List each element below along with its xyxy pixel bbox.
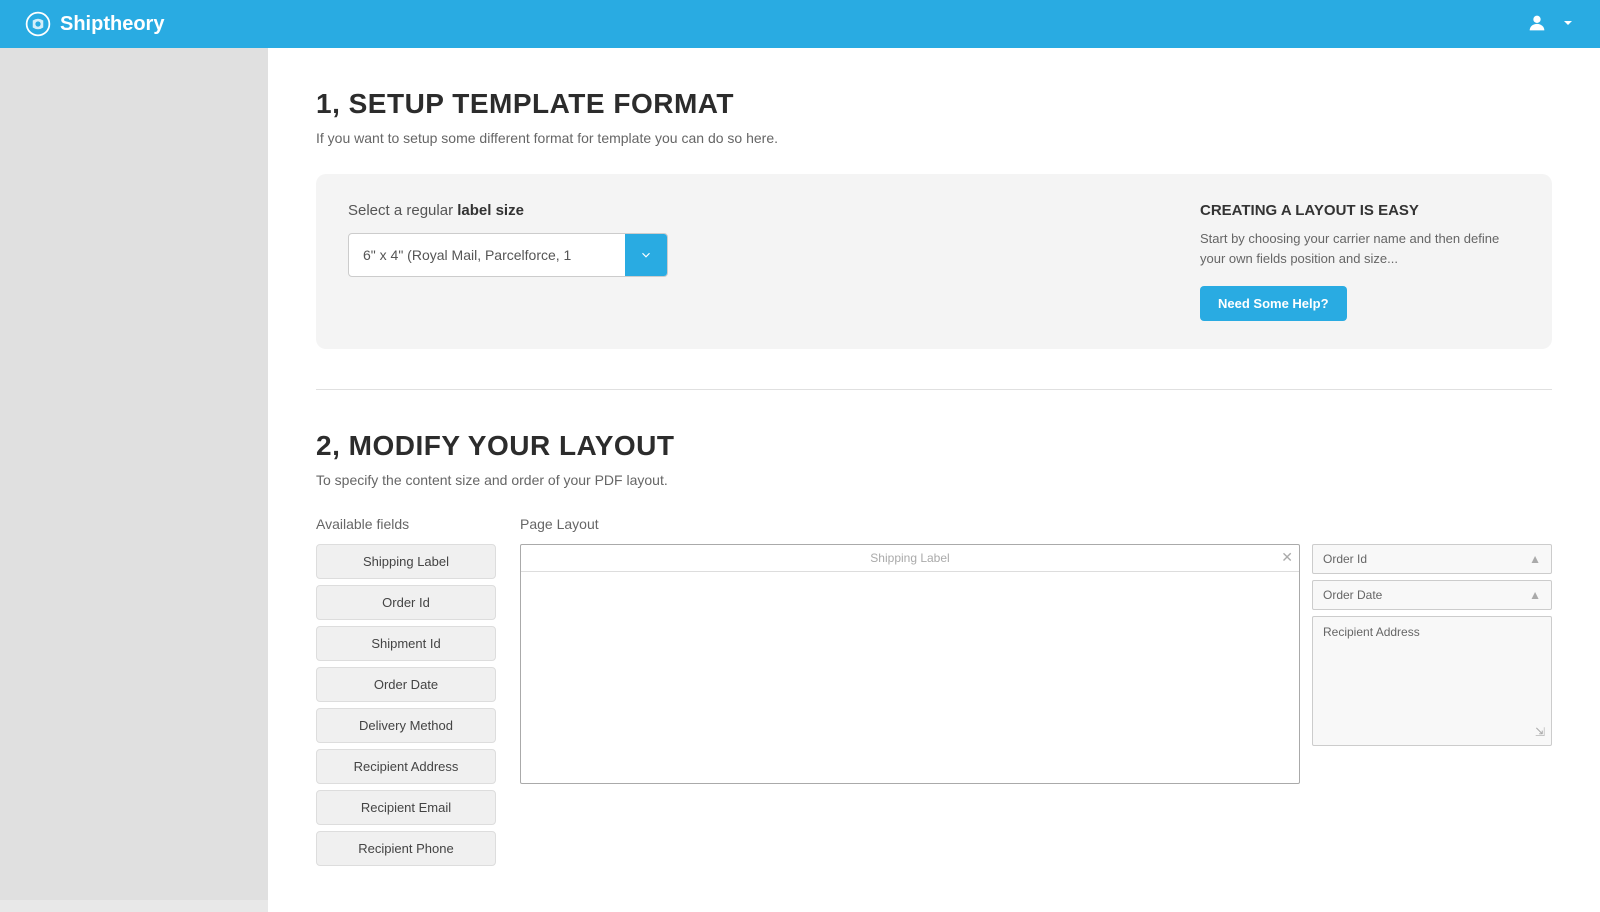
label-size-label: Select a regular label size: [348, 202, 1140, 219]
field-btn-recipient-email[interactable]: Recipient Email: [316, 790, 496, 825]
header-right: [1526, 12, 1576, 37]
field-btn-recipient-address[interactable]: Recipient Address: [316, 749, 496, 784]
order-date-label: Order Date: [1323, 588, 1382, 602]
app-header: Shiptheory: [0, 0, 1600, 48]
section2-subtitle: To specify the content size and order of…: [316, 472, 1552, 488]
recipient-address-label: Recipient Address: [1323, 625, 1420, 639]
field-btn-recipient-phone[interactable]: Recipient Phone: [316, 831, 496, 866]
field-btn-shipping-label[interactable]: Shipping Label: [316, 544, 496, 579]
order-id-resize[interactable]: ▲: [1529, 552, 1541, 566]
label-size-select[interactable]: 6" x 4" (Royal Mail, Parcelforce, 1: [348, 233, 668, 277]
order-id-label: Order Id: [1323, 552, 1367, 566]
field-btn-order-id[interactable]: Order Id: [316, 585, 496, 620]
recipient-address-resize[interactable]: ⇲: [1535, 725, 1545, 739]
brand-icon: [24, 10, 52, 38]
layout-field-order-date[interactable]: Order Date ▲: [1312, 580, 1552, 610]
layout-field-order-id[interactable]: Order Id ▲: [1312, 544, 1552, 574]
main-content: 1, SETUP TEMPLATE FORMAT If you want to …: [268, 48, 1600, 912]
brand-name: Shiptheory: [60, 13, 164, 36]
field-btn-delivery-method[interactable]: Delivery Method: [316, 708, 496, 743]
sidebar: [0, 48, 268, 900]
user-icon[interactable]: [1526, 12, 1548, 37]
help-title: CREATING A LAYOUT IS EASY: [1200, 202, 1520, 219]
template-format-card: Select a regular label size 6" x 4" (Roy…: [316, 174, 1552, 349]
help-button[interactable]: Need Some Help?: [1200, 286, 1347, 321]
help-section: CREATING A LAYOUT IS EASY Start by choos…: [1200, 202, 1520, 321]
section1-title: 1, SETUP TEMPLATE FORMAT: [316, 88, 1552, 120]
chevron-down-icon[interactable]: [1560, 15, 1576, 34]
right-fields-column: Order Id ▲ Order Date ▲ Recipient Addres…: [1312, 544, 1552, 784]
layout-field-recipient-address[interactable]: Recipient Address ⇲: [1312, 616, 1552, 746]
field-btn-order-date[interactable]: Order Date: [316, 667, 496, 702]
order-date-resize[interactable]: ▲: [1529, 588, 1541, 602]
field-btn-shipment-id[interactable]: Shipment Id: [316, 626, 496, 661]
select-value: 6" x 4" (Royal Mail, Parcelforce, 1: [349, 237, 625, 273]
page-layout-area: Shipping Label ✕ Order Id ▲ Order Date ▲…: [520, 544, 1552, 784]
section1-subtitle: If you want to setup some different form…: [316, 130, 1552, 146]
shipping-label-area: Shipping Label ✕: [520, 544, 1300, 784]
section-divider: [316, 389, 1552, 390]
page-layout-header: Page Layout: [520, 516, 1552, 532]
section2-title: 2, MODIFY YOUR LAYOUT: [316, 430, 1552, 462]
shipping-label-title: Shipping Label: [521, 545, 1299, 572]
brand-logo: Shiptheory: [24, 10, 164, 38]
page-layout-column: Page Layout Shipping Label ✕ Order Id ▲ …: [520, 516, 1552, 872]
shipping-label-close[interactable]: ✕: [1281, 549, 1293, 566]
available-fields-header: Available fields: [316, 516, 496, 532]
select-dropdown-btn[interactable]: [625, 234, 667, 276]
help-text: Start by choosing your carrier name and …: [1200, 229, 1520, 268]
label-size-section: Select a regular label size 6" x 4" (Roy…: [348, 202, 1140, 277]
layout-columns: Available fields Shipping Label Order Id…: [316, 516, 1552, 872]
available-fields-column: Available fields Shipping Label Order Id…: [316, 516, 496, 872]
